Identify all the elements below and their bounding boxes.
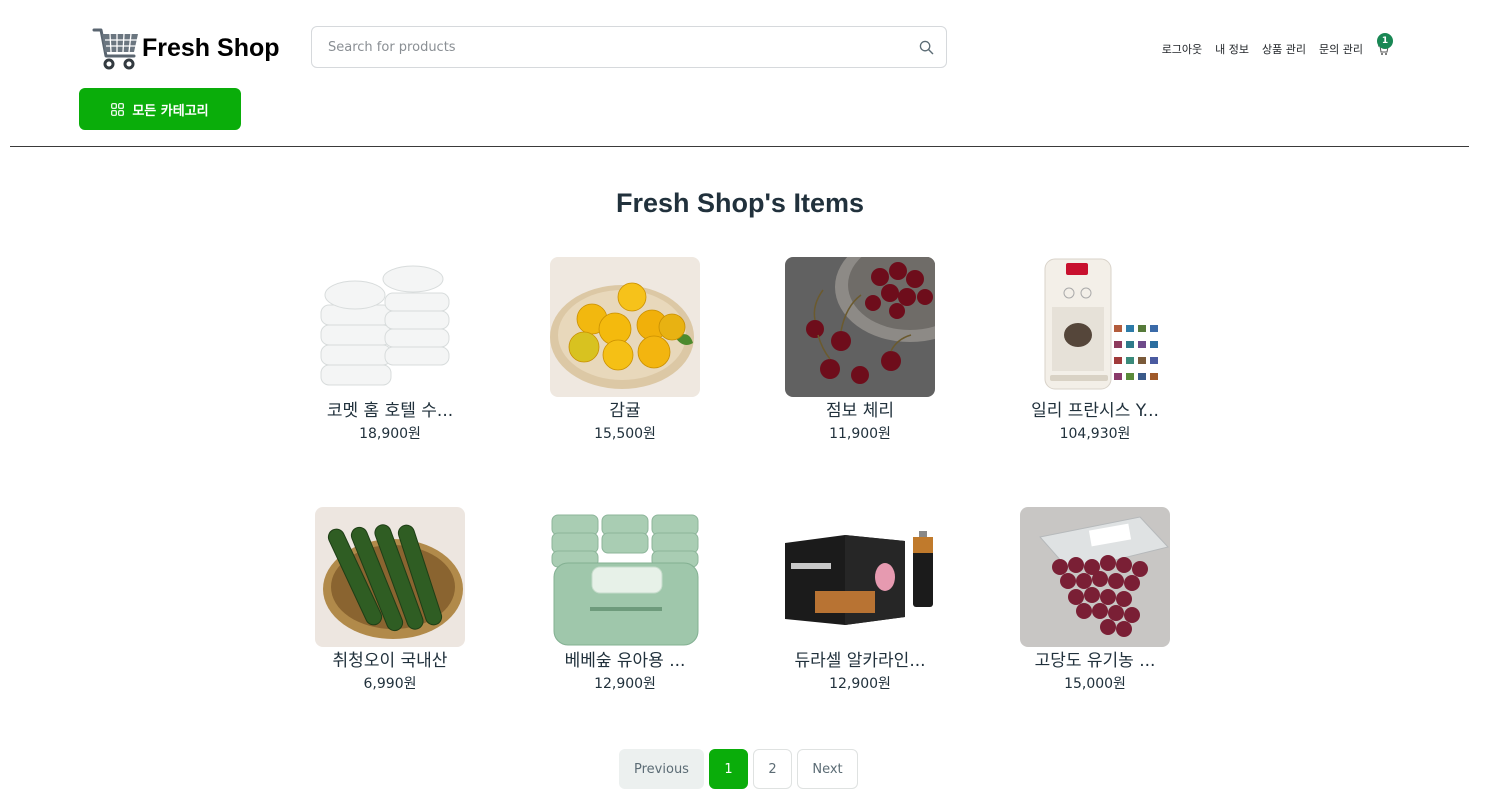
product-price: 15,000원 — [1064, 676, 1126, 692]
search-icon[interactable] — [906, 27, 946, 67]
product-image-cucumbers — [315, 507, 465, 647]
product-price: 15,500원 — [594, 426, 656, 442]
all-categories-label: 모든 카테고리 — [132, 103, 209, 119]
top-navigation: 로그아웃 내 정보 상품 관리 문의 관리 1 — [1149, 33, 1393, 57]
product-card[interactable]: 듀라셀 알카라인... 12,900원 — [785, 507, 935, 694]
page-1-button[interactable]: 1 — [709, 749, 748, 789]
product-price: 11,900원 — [829, 426, 891, 442]
product-card[interactable]: 취청오이 국내산 6,990원 — [315, 507, 465, 694]
product-card[interactable]: 고당도 유기농 ... 15,000원 — [1020, 507, 1170, 694]
grid-icon — [111, 102, 125, 116]
product-price: 6,990원 — [363, 676, 417, 692]
nav-product-management[interactable]: 상품 관리 — [1262, 41, 1306, 57]
product-name: 취청오이 국내산 — [332, 651, 448, 671]
product-price: 12,900원 — [594, 676, 656, 692]
product-name: 일리 프란시스 Y... — [1031, 401, 1159, 421]
product-name: 점보 체리 — [826, 401, 894, 421]
next-page-button[interactable]: Next — [797, 749, 858, 789]
product-name: 베베숲 유아용 ... — [564, 651, 686, 671]
cart-count-badge: 1 — [1377, 33, 1393, 49]
product-price: 104,930원 — [1059, 426, 1131, 442]
pagination: Previous 1 2 Next — [619, 749, 863, 789]
brand-logo[interactable]: Fresh Shop — [92, 24, 280, 72]
search-bar — [311, 26, 947, 68]
product-card[interactable]: 점보 체리 11,900원 — [785, 257, 935, 444]
product-name: 듀라셀 알카라인... — [794, 651, 926, 671]
all-categories-button[interactable]: 모든 카테고리 — [79, 88, 241, 130]
product-name: 코멧 홈 호텔 수... — [326, 401, 454, 421]
brand-name: Fresh Shop — [142, 33, 280, 62]
page-2-button[interactable]: 2 — [753, 749, 792, 789]
product-image-grapes — [1020, 507, 1170, 647]
product-image-cherries — [785, 257, 935, 397]
product-price: 18,900원 — [359, 426, 421, 442]
product-image-towels — [315, 257, 465, 397]
product-image-baby-wipes — [550, 507, 700, 647]
product-card[interactable]: 코멧 홈 호텔 수... 18,900원 — [315, 257, 465, 444]
cart-button[interactable]: 1 — [1377, 33, 1393, 56]
product-name: 감귤 — [609, 401, 641, 421]
nav-inquiry-management[interactable]: 문의 관리 — [1319, 41, 1363, 57]
product-image-batteries — [785, 507, 935, 647]
nav-logout[interactable]: 로그아웃 — [1162, 41, 1202, 57]
product-price: 12,900원 — [829, 676, 891, 692]
shopping-cart-logo-icon — [92, 28, 138, 70]
product-card[interactable]: 베베숲 유아용 ... 12,900원 — [550, 507, 700, 694]
product-card[interactable]: 감귤 15,500원 — [550, 257, 700, 444]
product-image-tangerines — [550, 257, 700, 397]
product-card[interactable]: 일리 프란시스 Y... 104,930원 — [1020, 257, 1170, 444]
header-divider — [10, 146, 1469, 147]
search-input[interactable] — [312, 27, 906, 67]
product-name: 고당도 유기농 ... — [1034, 651, 1156, 671]
product-image-coffee-machine — [1020, 257, 1170, 397]
previous-page-button[interactable]: Previous — [619, 749, 704, 789]
section-title: Fresh Shop's Items — [616, 188, 864, 218]
nav-my-info[interactable]: 내 정보 — [1215, 41, 1249, 57]
